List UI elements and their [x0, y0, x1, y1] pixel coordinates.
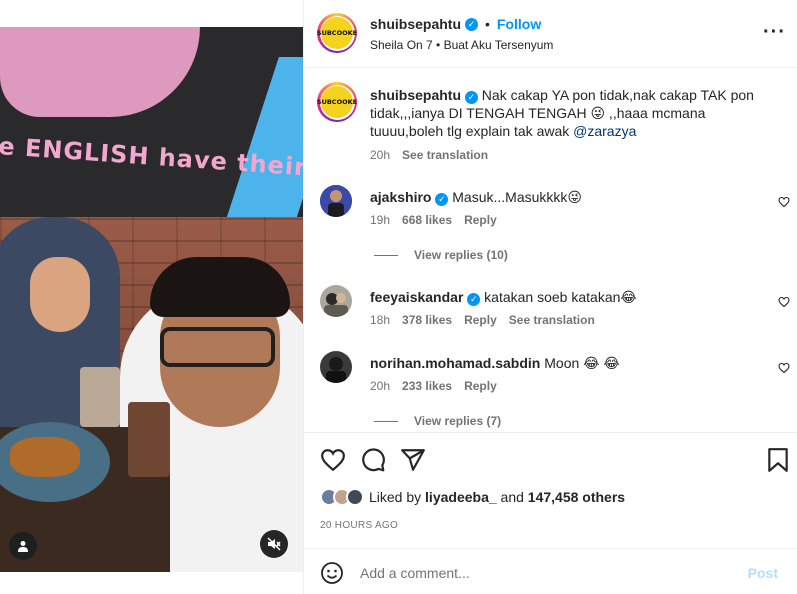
comment-text: ajakshiro ✓ Masuk...Masukkkk😜 [370, 188, 770, 206]
mute-button[interactable] [260, 530, 288, 558]
comment-meta: 18h 378 likes Reply See translation [370, 313, 595, 327]
comment-see-translation[interactable]: See translation [509, 313, 595, 327]
comment-like-heart-icon[interactable] [778, 296, 790, 308]
speaker-muted-icon [267, 537, 281, 551]
caption-username[interactable]: shuibsepahtu [370, 87, 461, 103]
comment-like-heart-icon[interactable] [778, 362, 790, 374]
verified-badge-icon: ✓ [467, 293, 481, 306]
caption-avatar[interactable]: SUBCOOKE [317, 82, 357, 122]
avatar-photo [320, 185, 352, 217]
avatar-photo [320, 285, 352, 317]
likes-summary: Liked by liyadeeba_ and 147,458 others [320, 488, 625, 506]
comment-username[interactable]: ajakshiro [370, 189, 431, 205]
photo-glasses [160, 327, 275, 367]
likes-others-link[interactable]: 147,458 others [528, 489, 625, 505]
comment-reply-button[interactable]: Reply [464, 379, 497, 393]
media-top-padding [0, 0, 303, 27]
comment-likes[interactable]: 378 likes [402, 313, 452, 327]
avatar-photo [320, 351, 352, 383]
post-actions-bar [304, 432, 797, 484]
emoji-icon[interactable] [320, 561, 344, 585]
comment-reply-button[interactable]: Reply [464, 313, 497, 327]
post-header: SUBCOOKE shuibsepahtu ✓ • Follow Sheila … [304, 0, 797, 68]
comment-body: Masuk...Masukkkk😜 [448, 189, 582, 205]
post-details-panel: SUBCOOKE shuibsepahtu ✓ • Follow Sheila … [303, 0, 797, 594]
comment-body: katakan soeb katakan😂 [480, 289, 637, 305]
comment-like-heart-icon[interactable] [778, 196, 790, 208]
view-replies-button[interactable]: View replies (10) [374, 248, 508, 262]
comment-avatar[interactable] [320, 185, 352, 217]
comment-likes[interactable]: 668 likes [402, 213, 452, 227]
comment-input[interactable] [360, 561, 720, 585]
post-comment-button[interactable]: Post [748, 565, 778, 581]
likes-text: Liked by liyadeeba_ and 147,458 others [369, 489, 626, 505]
caption-mention-link[interactable]: @zarazya [573, 123, 636, 139]
liker-username[interactable]: liyadeeba_ [425, 489, 497, 505]
caption-avatar-logo: SUBCOOKE [317, 86, 357, 118]
author-line: shuibsepahtu ✓ • Follow [370, 16, 541, 32]
share-icon[interactable] [400, 447, 426, 473]
comment-composer: Post [304, 548, 797, 594]
comment-text: feeyaiskandar ✓ katakan soeb katakan😂 [370, 288, 770, 306]
replies-divider-line [374, 254, 398, 256]
photo-person-woman-face [30, 257, 90, 332]
caption-meta: 20h See translation [370, 148, 488, 162]
user-tags-button[interactable] [9, 532, 37, 560]
liker-avatar[interactable] [346, 488, 364, 506]
comment-meta: 19h 668 likes Reply [370, 213, 497, 227]
comment-icon[interactable] [360, 447, 386, 473]
comment-reply-button[interactable]: Reply [464, 213, 497, 227]
replies-divider-line [374, 420, 398, 422]
comments-list[interactable]: SUBCOOKE shuibsepahtu ✓ Nak cakap YA pon… [304, 69, 797, 432]
heart-icon[interactable] [320, 447, 346, 473]
media-bottom-padding [0, 572, 303, 594]
author-avatar-logo: SUBCOOKE [317, 17, 357, 49]
comment-avatar[interactable] [320, 351, 352, 383]
post-timestamp[interactable]: 20 HOURS AGO [320, 520, 398, 531]
caption-time[interactable]: 20h [370, 148, 390, 162]
comment-text: norihan.mohamad.sabdin Moon 😂 😂 [370, 354, 770, 372]
follow-button[interactable]: Follow [497, 16, 541, 32]
verified-badge-icon: ✓ [464, 91, 478, 104]
photo-person-man-hair [150, 257, 290, 317]
post-photo[interactable]: e ENGLISH have their TEA [0, 27, 303, 572]
comment-likes[interactable]: 233 likes [402, 379, 452, 393]
photo-food [10, 437, 80, 477]
photo-drink-1 [80, 367, 120, 427]
photo-drink-2 [128, 402, 170, 477]
author-avatar[interactable]: SUBCOOKE [317, 13, 357, 53]
comment-body: Moon 😂 😂 [540, 355, 620, 371]
comment-avatar[interactable] [320, 285, 352, 317]
author-username[interactable]: shuibsepahtu [370, 16, 461, 32]
person-icon [18, 541, 28, 552]
caption-see-translation[interactable]: See translation [402, 148, 488, 162]
comment-username[interactable]: norihan.mohamad.sabdin [370, 355, 540, 371]
comment-username[interactable]: feeyaiskandar [370, 289, 463, 305]
caption-text: shuibsepahtu ✓ Nak cakap YA pon tidak,na… [370, 86, 770, 140]
post-media[interactable]: e ENGLISH have their TEA [0, 0, 303, 594]
comment-time[interactable]: 18h [370, 313, 390, 327]
comment-meta: 20h 233 likes Reply [370, 379, 497, 393]
comment-time[interactable]: 20h [370, 379, 390, 393]
verified-badge-icon: ✓ [465, 17, 479, 31]
comment-time[interactable]: 19h [370, 213, 390, 227]
more-options-icon[interactable]: ··· [763, 22, 786, 42]
view-replies-button[interactable]: View replies (7) [374, 414, 501, 428]
bookmark-icon[interactable] [765, 447, 791, 473]
separator-dot: • [485, 16, 490, 32]
audio-track-link[interactable]: Sheila On 7 • Buat Aku Tersenyum [370, 38, 553, 52]
verified-badge-icon: ✓ [435, 193, 449, 206]
